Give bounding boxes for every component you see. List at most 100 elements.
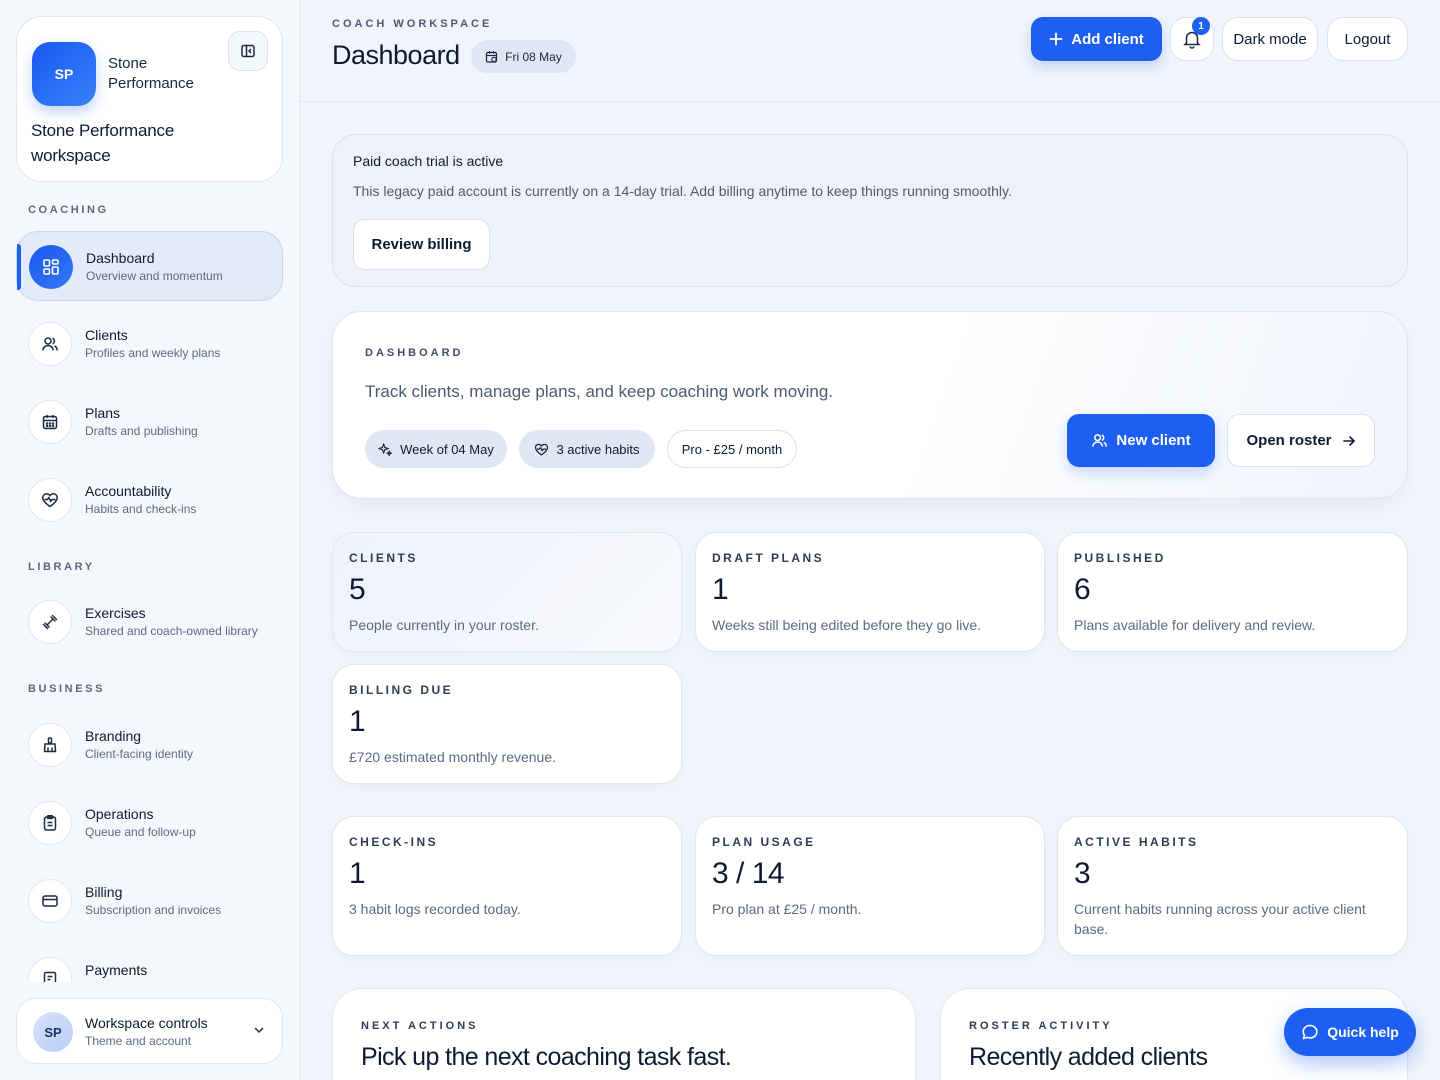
collapse-sidebar-button[interactable] bbox=[228, 31, 268, 71]
habits-label: 3 active habits bbox=[556, 441, 640, 457]
heart-pulse-icon bbox=[535, 443, 549, 456]
stat-card-plan-usage[interactable]: PLAN USAGE 3 / 14 Pro plan at £25 / mont… bbox=[695, 816, 1045, 956]
stat-card-check-ins[interactable]: CHECK-INS 1 3 habit logs recorded today. bbox=[332, 816, 682, 956]
stat-card-billing-due[interactable]: BILLING DUE 1 £720 estimated monthly rev… bbox=[332, 664, 682, 784]
stat-card-published[interactable]: PUBLISHED 6 Plans available for delivery… bbox=[1057, 532, 1408, 652]
stat-value: 6 bbox=[1074, 573, 1091, 606]
stat-description: Weeks still being edited before they go … bbox=[712, 617, 982, 633]
header-eyebrow: COACH WORKSPACE bbox=[332, 18, 493, 30]
stat-description: Pro plan at £25 / month. bbox=[712, 901, 862, 917]
workspace-controls-title: Workspace controls bbox=[85, 1015, 208, 1031]
stat-label: CLIENTS bbox=[349, 551, 418, 565]
week-label: Week of 04 May bbox=[400, 441, 494, 457]
calendar-icon bbox=[28, 400, 72, 444]
sidebar-item-title: Clients bbox=[85, 327, 128, 343]
stat-card-draft-plans[interactable]: DRAFT PLANS 1 Weeks still being edited b… bbox=[695, 532, 1045, 652]
sidebar-item-title: Billing bbox=[85, 884, 123, 900]
section-label-library: LIBRARY bbox=[28, 561, 95, 573]
workspace-controls[interactable]: SP Workspace controls Theme and account bbox=[16, 998, 283, 1064]
sparkles-icon bbox=[378, 442, 393, 456]
stat-card-clients[interactable]: CLIENTS 5 People currently in your roste… bbox=[332, 532, 682, 652]
stat-card-active-habits[interactable]: ACTIVE HABITS 3 Current habits running a… bbox=[1057, 816, 1408, 956]
stat-description: Plans available for delivery and review. bbox=[1074, 617, 1316, 633]
sidebar-item-subtitle: Habits and check-ins bbox=[85, 502, 197, 516]
sidebar-item-title: Operations bbox=[85, 806, 154, 822]
sidebar-item-subtitle: Overview and momentum bbox=[86, 269, 223, 283]
section-label-business: BUSINESS bbox=[28, 683, 106, 695]
users-icon bbox=[1092, 434, 1108, 447]
sidebar-item-subtitle: Client-facing identity bbox=[85, 747, 194, 761]
workspace-name: Stone Performance workspace bbox=[31, 121, 175, 165]
top-bar: COACH WORKSPACE Dashboard Fri 08 May Add… bbox=[300, 0, 1440, 102]
brand-card: SP Stone Performance Stone Performance w… bbox=[16, 16, 283, 182]
new-client-label: New client bbox=[1116, 432, 1191, 449]
sidebar-item-accountability[interactable]: Accountability Habits and check-ins bbox=[16, 465, 283, 535]
stat-label: ACTIVE HABITS bbox=[1074, 835, 1199, 849]
sidebar-collapse-icon bbox=[241, 44, 255, 58]
dashboard-hero: DASHBOARD Track clients, manage plans, a… bbox=[332, 311, 1408, 499]
open-roster-button[interactable]: Open roster bbox=[1227, 414, 1375, 467]
current-date: Fri 08 May bbox=[505, 49, 562, 64]
add-client-button[interactable]: Add client bbox=[1031, 17, 1162, 61]
receipt-icon bbox=[28, 957, 72, 982]
sidebar-item-billing[interactable]: Billing Subscription and invoices bbox=[16, 866, 283, 936]
stat-value: 5 bbox=[349, 573, 366, 606]
stat-label: CHECK-INS bbox=[349, 835, 439, 849]
sidebar-item-subtitle: Subscription and invoices bbox=[85, 903, 222, 917]
stat-description: £720 estimated monthly revenue. bbox=[349, 749, 557, 765]
logout-button[interactable]: Logout bbox=[1327, 17, 1408, 61]
stat-description: 3 habit logs recorded today. bbox=[349, 901, 521, 917]
dumbbell-icon bbox=[28, 600, 72, 644]
stat-description: Current habits running across your activ… bbox=[1074, 901, 1366, 937]
quick-help-label: Quick help bbox=[1327, 1024, 1399, 1040]
stat-label: PUBLISHED bbox=[1074, 551, 1166, 565]
sidebar-item-title: Payments bbox=[85, 962, 148, 978]
sidebar-item-subtitle: Profiles and weekly plans bbox=[85, 346, 221, 360]
stat-label: BILLING DUE bbox=[349, 683, 454, 697]
stat-value: 1 bbox=[349, 705, 366, 738]
open-roster-label: Open roster bbox=[1246, 432, 1332, 449]
plan-chip: Pro - £25 / month bbox=[667, 430, 797, 468]
clipboard-icon bbox=[28, 801, 72, 845]
date-chip: Fri 08 May bbox=[471, 40, 576, 73]
sidebar-item-title: Plans bbox=[85, 405, 121, 421]
dark-mode-button[interactable]: Dark mode bbox=[1222, 17, 1318, 61]
stat-description: People currently in your roster. bbox=[349, 617, 539, 633]
sidebar-item-exercises[interactable]: Exercises Shared and coach-owned library bbox=[16, 587, 283, 657]
sidebar-item-title: Exercises bbox=[85, 605, 146, 621]
sidebar-item-clients[interactable]: Clients Profiles and weekly plans bbox=[16, 309, 283, 379]
page-title: Dashboard bbox=[332, 40, 460, 70]
week-chip: Week of 04 May bbox=[365, 430, 507, 468]
trial-title: Paid coach trial is active bbox=[353, 153, 504, 169]
next-actions-title: Pick up the next coaching task fast. bbox=[361, 1043, 732, 1071]
stat-value: 3 bbox=[1074, 857, 1091, 890]
notifications-button[interactable]: 1 bbox=[1170, 17, 1214, 61]
calendar-clock-icon bbox=[486, 50, 498, 63]
brand-logo: SP bbox=[32, 42, 96, 106]
next-actions-eyebrow: NEXT ACTIONS bbox=[361, 1020, 479, 1032]
quick-help-button[interactable]: Quick help bbox=[1284, 1008, 1416, 1056]
add-client-label: Add client bbox=[1071, 30, 1144, 48]
roster-activity-title: Recently added clients bbox=[969, 1043, 1208, 1071]
sidebar-item-operations[interactable]: Operations Queue and follow-up bbox=[16, 788, 283, 858]
users-icon bbox=[28, 322, 72, 366]
hero-eyebrow: DASHBOARD bbox=[365, 347, 464, 359]
stat-value: 1 bbox=[712, 573, 729, 606]
credit-card-icon bbox=[28, 879, 72, 923]
sidebar-item-payments[interactable]: Payments bbox=[16, 944, 283, 982]
plus-icon bbox=[1049, 32, 1063, 46]
stat-value: 3 / 14 bbox=[712, 857, 785, 890]
habits-chip: 3 active habits bbox=[519, 430, 655, 468]
sidebar-item-subtitle: Drafts and publishing bbox=[85, 424, 198, 438]
sidebar-item-plans[interactable]: Plans Drafts and publishing bbox=[16, 387, 283, 457]
new-client-button[interactable]: New client bbox=[1067, 414, 1215, 467]
review-billing-button[interactable]: Review billing bbox=[353, 219, 490, 270]
sidebar-item-dashboard[interactable]: Dashboard Overview and momentum bbox=[16, 231, 283, 301]
trial-banner: Paid coach trial is active This legacy p… bbox=[332, 134, 1408, 287]
stat-label: PLAN USAGE bbox=[712, 835, 816, 849]
sidebar-item-title: Branding bbox=[85, 728, 142, 744]
sidebar-item-title: Dashboard bbox=[86, 250, 155, 266]
next-actions-card: NEXT ACTIONS Pick up the next coaching t… bbox=[332, 988, 916, 1080]
grid-icon bbox=[29, 245, 73, 289]
sidebar-item-branding[interactable]: Branding Client-facing identity bbox=[16, 710, 283, 780]
